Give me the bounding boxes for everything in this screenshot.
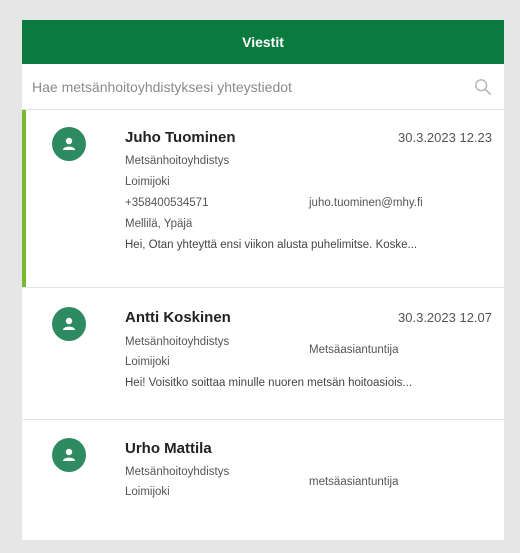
- contact-role: metsäasiantuntija: [309, 476, 399, 488]
- avatar: [52, 127, 86, 161]
- contact-organization-branch: Loimijoki: [125, 176, 170, 188]
- contact-name: Juho Tuominen: [125, 129, 236, 146]
- contact-list: Juho Tuominen 30.3.2023 12.23 Metsänhoit…: [22, 110, 504, 540]
- contact-item-urho-mattila[interactable]: Urho Mattila Metsänhoitoyhdistys metsäas…: [22, 420, 504, 540]
- message-preview: Hei, Otan yhteyttä ensi viikon alusta pu…: [125, 239, 418, 251]
- message-preview: Hei! Voisitko soittaa minulle nuoren met…: [125, 377, 413, 389]
- message-timestamp: 30.3.2023 12.23: [398, 130, 492, 145]
- contact-item-juho-tuominen[interactable]: Juho Tuominen 30.3.2023 12.23 Metsänhoit…: [22, 110, 504, 288]
- contact-role: Metsäasiantuntija: [309, 344, 399, 356]
- contact-organization: Metsänhoitoyhdistys: [125, 466, 230, 478]
- user-icon: [63, 137, 75, 150]
- messages-header: Viestit: [22, 20, 504, 64]
- contact-location: Mellilä, Ypäjä: [125, 218, 193, 230]
- contact-name: Antti Koskinen: [125, 309, 231, 326]
- contact-item-antti-koskinen[interactable]: Antti Koskinen 30.3.2023 12.07 Metsänhoi…: [22, 288, 504, 420]
- user-icon: [63, 317, 75, 330]
- contact-organization-branch: Loimijoki: [125, 356, 170, 368]
- page-title: Viestit: [242, 34, 284, 50]
- avatar: [52, 307, 86, 341]
- search-bar: [22, 64, 504, 110]
- search-icon[interactable]: [474, 78, 492, 96]
- contact-organization-branch: Loimijoki: [125, 486, 170, 498]
- search-input[interactable]: [32, 78, 494, 95]
- contact-name: Urho Mattila: [125, 440, 212, 457]
- messages-panel: Viestit Juho Tuominen 30.3.2023 12.23 Me…: [22, 20, 504, 540]
- avatar: [52, 438, 86, 472]
- contact-phone[interactable]: +358400534571: [125, 197, 208, 209]
- contact-organization: Metsänhoitoyhdistys: [125, 155, 230, 167]
- contact-organization: Metsänhoitoyhdistys: [125, 336, 230, 348]
- message-timestamp: 30.3.2023 12.07: [398, 310, 492, 325]
- contact-email[interactable]: juho.tuominen@mhy.fi: [309, 197, 423, 209]
- user-icon: [63, 448, 75, 461]
